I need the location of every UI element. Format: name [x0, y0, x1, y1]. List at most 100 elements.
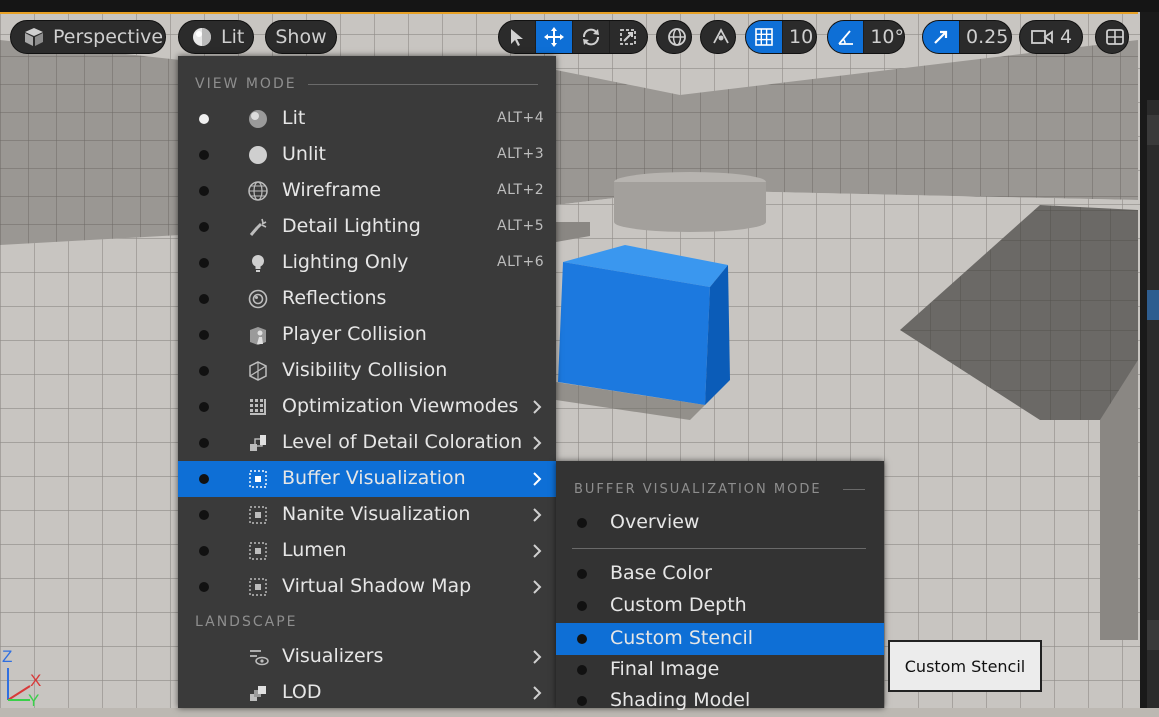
chevron-right-icon	[530, 648, 544, 666]
viewport-layout-button[interactable]	[1095, 20, 1129, 54]
menu-item-nanite-visualization[interactable]: Nanite Visualization	[178, 497, 556, 533]
rotate-tool[interactable]	[573, 21, 610, 53]
chevron-right-icon	[530, 578, 544, 596]
menu-item-label: LOD	[282, 681, 322, 703]
nanite-icon	[247, 504, 269, 526]
submenu-divider	[572, 548, 866, 549]
menu-item-visibility-collision[interactable]: Visibility Collision	[178, 353, 556, 389]
menu-item-lod[interactable]: LOD	[178, 675, 556, 711]
select-tool[interactable]	[499, 21, 536, 53]
submenu-item-final-image[interactable]: Final Image	[556, 654, 884, 686]
menu-item-wireframe[interactable]: Wireframe ALT+2	[178, 173, 556, 209]
menu-item-lod-coloration[interactable]: Level of Detail Coloration	[178, 425, 556, 461]
camera-icon	[1031, 30, 1053, 44]
grid-snap-group[interactable]: 10	[745, 20, 817, 54]
show-button[interactable]: Show	[265, 20, 337, 54]
menu-item-label: Wireframe	[282, 179, 382, 201]
radio-dot	[199, 222, 209, 232]
menu-item-player-collision[interactable]: Player Collision	[178, 317, 556, 353]
x-axis-label: X	[30, 671, 41, 690]
perspective-label: Perspective	[53, 26, 164, 48]
menu-item-label: Lighting Only	[282, 251, 409, 273]
radio-dot	[577, 601, 587, 611]
radio-dot	[199, 150, 209, 160]
submenu-item-shading-model[interactable]: Shading Model	[556, 685, 884, 717]
angle-snap-value: 10°	[870, 26, 904, 48]
active-viewport-frame	[0, 12, 1138, 14]
radio-dot	[199, 474, 209, 484]
radio-dot	[199, 330, 209, 340]
menu-item-visualizers[interactable]: Visualizers	[178, 639, 556, 675]
grid-snap-value: 10	[789, 26, 814, 48]
submenu-item-base-color[interactable]: Base Color	[556, 558, 884, 590]
submenu-item-custom-stencil[interactable]: Custom Stencil	[556, 623, 884, 655]
transform-tools-group	[498, 20, 648, 54]
perspective-button[interactable]: Perspective	[10, 20, 166, 54]
menu-item-lit[interactable]: Lit ALT+4	[178, 101, 556, 137]
menu-item-label: Virtual Shadow Map	[282, 575, 472, 597]
scale-tool[interactable]	[610, 21, 646, 53]
surface-snapping-button[interactable]	[700, 20, 736, 54]
optimization-grid-icon	[247, 396, 269, 418]
lit-sphere-icon	[191, 26, 213, 48]
lightbulb-icon	[247, 252, 269, 274]
menu-item-lumen[interactable]: Lumen	[178, 533, 556, 569]
show-label: Show	[275, 26, 327, 48]
chevron-right-icon	[530, 684, 544, 702]
collapse-tab-upper[interactable]	[1147, 115, 1159, 145]
view-mode-label: Lit	[221, 26, 245, 48]
view-mode-button[interactable]: Lit	[178, 20, 254, 54]
submenu-item-label: Custom Stencil	[610, 627, 754, 649]
section-divider	[308, 84, 538, 85]
submenu-item-label: Custom Depth	[610, 594, 747, 616]
chevron-right-icon	[530, 434, 544, 452]
section-buffer-visualization-mode: BUFFER VISUALIZATION MODE	[574, 482, 822, 497]
coordinate-system-button[interactable]	[656, 20, 692, 54]
visibility-collision-icon	[247, 360, 269, 382]
collapse-tab-lower[interactable]	[1147, 620, 1159, 650]
menu-item-lighting-only[interactable]: Lighting Only ALT+6	[178, 245, 556, 281]
menu-item-unlit[interactable]: Unlit ALT+3	[178, 137, 556, 173]
angle-snap-group[interactable]: 10°	[827, 20, 905, 54]
move-arrows-icon	[544, 27, 564, 47]
move-tool[interactable]	[536, 21, 573, 53]
chevron-right-icon	[530, 470, 544, 488]
radio-dot	[199, 186, 209, 196]
scale-snap-toggle[interactable]	[923, 21, 960, 53]
radio-dot	[199, 546, 209, 556]
unlit-sphere-icon	[247, 144, 269, 166]
radio-dot	[199, 582, 209, 592]
globe-icon	[668, 28, 686, 46]
collapse-tab-active[interactable]	[1147, 290, 1159, 320]
surface-snap-icon	[713, 28, 729, 44]
submenu-item-overview[interactable]: Overview	[556, 507, 884, 539]
angle-snap-toggle[interactable]	[828, 21, 865, 53]
menu-item-label: Nanite Visualization	[282, 503, 471, 525]
submenu-item-custom-depth[interactable]: Custom Depth	[556, 590, 884, 622]
menu-item-optimization-viewmodes[interactable]: Optimization Viewmodes	[178, 389, 556, 425]
scale-icon	[620, 29, 636, 45]
menu-item-label: Lit	[282, 107, 306, 129]
scale-snap-group[interactable]: 0.25	[922, 20, 1012, 54]
detail-lighting-icon	[247, 216, 269, 238]
panel-edge	[1147, 100, 1159, 708]
grid-icon	[755, 28, 773, 46]
radio-dot	[199, 438, 209, 448]
radio-dot	[199, 294, 209, 304]
grid-snap-toggle[interactable]	[746, 21, 783, 53]
menu-item-label: Reflections	[282, 287, 387, 309]
radio-dot	[199, 258, 209, 268]
menu-item-detail-lighting[interactable]: Detail Lighting ALT+5	[178, 209, 556, 245]
submenu-item-label: Base Color	[610, 562, 712, 584]
title-strip	[0, 0, 1159, 12]
menu-item-label: Visibility Collision	[282, 359, 448, 381]
cursor-arrow-icon	[511, 29, 523, 46]
menu-item-virtual-shadow-map[interactable]: Virtual Shadow Map	[178, 569, 556, 605]
chevron-right-icon	[530, 506, 544, 524]
menu-item-buffer-visualization[interactable]: Buffer Visualization	[178, 461, 556, 497]
menu-item-reflections[interactable]: Reflections	[178, 281, 556, 317]
menu-item-label: Level of Detail Coloration	[282, 431, 523, 453]
section-landscape: LANDSCAPE	[195, 614, 298, 630]
camera-speed-button[interactable]: 4	[1019, 20, 1083, 54]
tooltip: Custom Stencil	[888, 640, 1042, 692]
